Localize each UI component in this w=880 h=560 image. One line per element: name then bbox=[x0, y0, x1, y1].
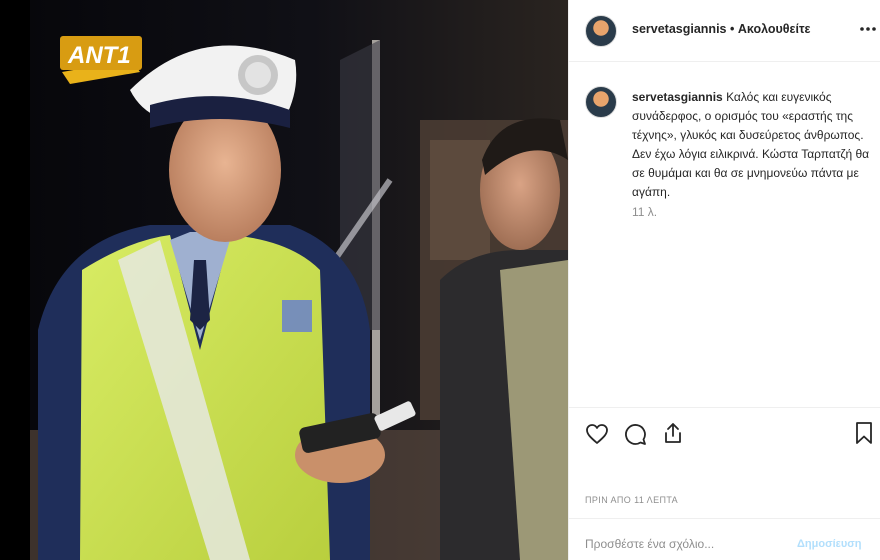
post-timestamp: ΠΡΙΝ ΑΠΟ 11 ΛΕΠΤΑ bbox=[585, 495, 679, 505]
post-media[interactable]: ANT1 bbox=[0, 0, 568, 560]
comment-icon[interactable] bbox=[623, 422, 647, 446]
heart-icon[interactable] bbox=[585, 422, 609, 446]
following-button[interactable]: Ακολουθείτε bbox=[738, 22, 811, 36]
comment-input[interactable]: Προσθέστε ένα σχόλιο... bbox=[585, 537, 714, 551]
caption-username[interactable]: servetasgiannis bbox=[632, 90, 723, 104]
more-horizontal-icon[interactable] bbox=[859, 22, 877, 36]
header-username[interactable]: servetasgiannis bbox=[632, 22, 727, 36]
publish-button[interactable]: Δημοσίευση bbox=[797, 538, 862, 550]
divider bbox=[569, 518, 880, 519]
divider bbox=[569, 407, 880, 408]
bookmark-icon[interactable] bbox=[853, 421, 875, 445]
header-separator: • bbox=[729, 22, 735, 36]
post-sidebar: servetasgiannis • Ακολουθείτε servetasgi… bbox=[568, 0, 880, 560]
svg-text:ANT1: ANT1 bbox=[67, 42, 131, 69]
post-header: servetasgiannis • Ακολουθείτε bbox=[569, 0, 880, 62]
instagram-post: ANT1 servetasgiannis • Ακολουθείτε serve… bbox=[0, 0, 880, 560]
header-user-line: servetasgiannis • Ακολουθείτε bbox=[632, 22, 810, 36]
caption-text: Καλός και ευγενικός συνάδερφος, ο ορισμό… bbox=[632, 90, 870, 199]
avatar[interactable] bbox=[585, 15, 617, 47]
caption-age: 11 λ. bbox=[632, 205, 658, 219]
video-frame-image: ANT1 bbox=[0, 0, 568, 560]
share-icon[interactable] bbox=[661, 421, 685, 445]
caption-avatar[interactable] bbox=[585, 86, 617, 118]
caption: servetasgiannis Καλός και ευγενικός συνά… bbox=[632, 88, 872, 202]
